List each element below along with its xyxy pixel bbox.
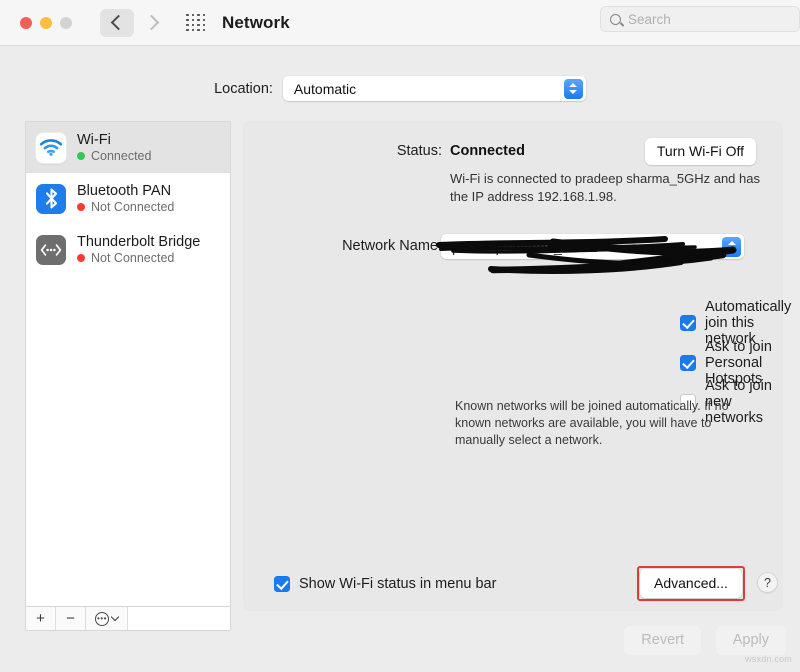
advanced-button-highlight: Advanced... xyxy=(637,566,745,601)
location-row: Location: Automatic xyxy=(0,76,800,101)
status-label: Status: xyxy=(332,143,442,159)
help-button[interactable]: ? xyxy=(757,572,778,593)
minimize-window-button[interactable] xyxy=(40,17,52,29)
search-field[interactable]: Search xyxy=(600,6,800,32)
network-name-select[interactable]: pradeep sharma_5GHz xyxy=(441,234,744,259)
navigation-buttons xyxy=(100,9,170,37)
sidebar-item-text: Bluetooth PAN Not Connected xyxy=(77,183,174,214)
sidebar-item-status: Not Connected xyxy=(77,200,174,214)
search-icon xyxy=(610,14,621,25)
sidebar-item-name: Bluetooth PAN xyxy=(77,183,174,199)
sidebar-item-status: Connected xyxy=(77,149,151,163)
chevron-left-icon xyxy=(111,15,127,31)
apply-button[interactable]: Apply xyxy=(716,626,786,655)
wifi-settings-panel: Status: Connected Turn Wi-Fi Off Wi-Fi i… xyxy=(243,121,783,611)
bluetooth-icon xyxy=(36,184,66,214)
status-dot-connected xyxy=(77,152,85,160)
zoom-window-button[interactable] xyxy=(60,17,72,29)
grid-apps-icon[interactable] xyxy=(186,14,206,32)
sidebar-item-status-text: Not Connected xyxy=(91,251,174,265)
sidebar-item-bluetooth-pan[interactable]: Bluetooth PAN Not Connected xyxy=(26,173,230,224)
page-title: Network xyxy=(222,13,290,33)
close-window-button[interactable] xyxy=(20,17,32,29)
sidebar-item-text: Wi-Fi Connected xyxy=(77,132,151,163)
sidebar-item-thunderbolt-bridge[interactable]: Thunderbolt Bridge Not Connected xyxy=(26,224,230,275)
checkbox-personal-hotspots[interactable] xyxy=(680,355,696,371)
status-description: Wi-Fi is connected to pradeep sharma_5GH… xyxy=(450,170,760,206)
checkbox-row-menu-bar-status[interactable]: Show Wi-Fi status in menu bar xyxy=(274,576,496,592)
services-sidebar[interactable]: Wi-Fi Connected Bluetooth PAN Not Connec… xyxy=(25,121,231,606)
revert-button[interactable]: Revert xyxy=(624,626,701,655)
sidebar-item-status-text: Connected xyxy=(91,149,151,163)
checkbox-auto-join[interactable] xyxy=(680,315,696,331)
traffic-lights xyxy=(20,17,72,29)
window-footer: Revert Apply wsxdn.com xyxy=(0,618,800,668)
network-preferences-window: Network Search Location: Automatic xyxy=(0,0,800,672)
title-bar: Network Search xyxy=(0,0,800,46)
status-dot-disconnected xyxy=(77,203,85,211)
stepper-icon xyxy=(564,79,583,99)
location-label: Location: xyxy=(214,81,273,97)
advanced-button[interactable]: Advanced... xyxy=(640,569,742,598)
search-placeholder: Search xyxy=(628,12,671,27)
location-select[interactable]: Automatic xyxy=(283,76,586,101)
network-name-label: Network Name: xyxy=(292,238,442,254)
wifi-icon xyxy=(36,133,66,163)
sidebar-item-text: Thunderbolt Bridge Not Connected xyxy=(77,234,200,265)
sidebar-item-status: Not Connected xyxy=(77,251,200,265)
checkbox-label: Show Wi-Fi status in menu bar xyxy=(299,576,496,592)
forward-button[interactable] xyxy=(136,9,170,37)
watermark: wsxdn.com xyxy=(745,654,792,664)
sidebar-item-name: Thunderbolt Bridge xyxy=(77,234,200,250)
location-value: Automatic xyxy=(294,81,356,97)
thunderbolt-icon xyxy=(36,235,66,265)
chevron-right-icon xyxy=(144,15,160,31)
checkbox-menu-bar-status[interactable] xyxy=(274,576,290,592)
sidebar-item-wifi[interactable]: Wi-Fi Connected xyxy=(26,122,230,173)
turn-wifi-off-button[interactable]: Turn Wi-Fi Off xyxy=(645,138,756,165)
status-value: Connected xyxy=(450,143,525,159)
network-name-value: pradeep sharma_5GHz xyxy=(452,239,598,255)
sidebar-item-name: Wi-Fi xyxy=(77,132,151,148)
stepper-icon xyxy=(722,237,741,257)
back-button[interactable] xyxy=(100,9,134,37)
sidebar-item-status-text: Not Connected xyxy=(91,200,174,214)
status-dot-disconnected xyxy=(77,254,85,262)
helper-text: Known networks will be joined automatica… xyxy=(455,398,745,449)
